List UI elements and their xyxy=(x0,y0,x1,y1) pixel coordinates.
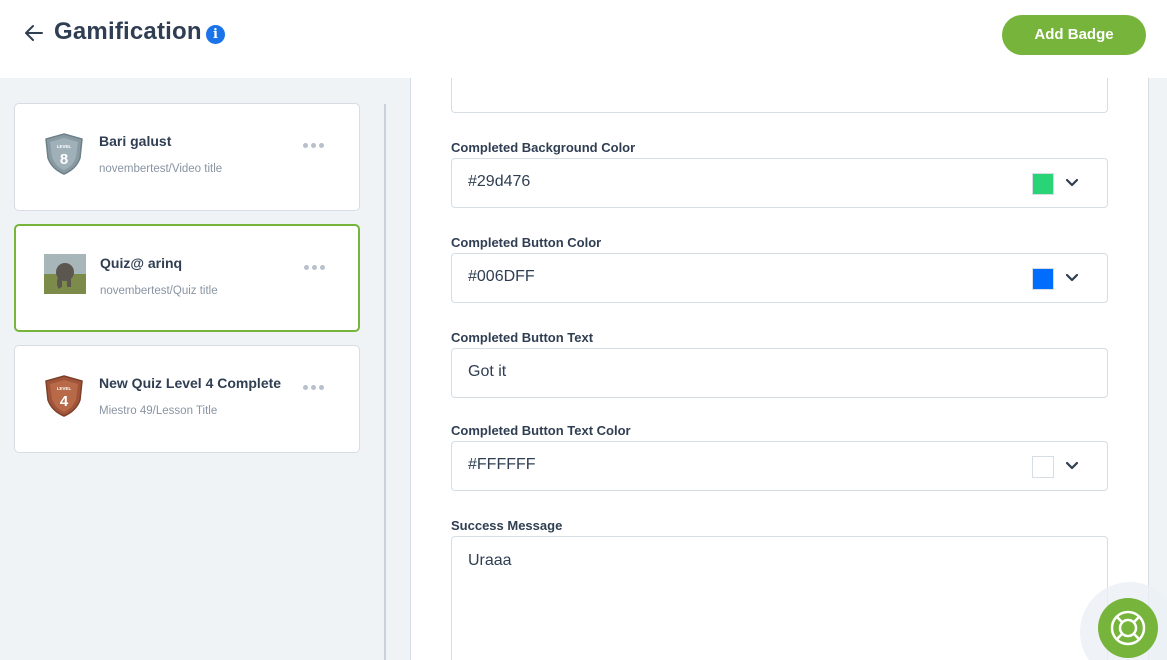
color-swatch xyxy=(1032,268,1054,290)
completed-button-text-input[interactable]: Got it xyxy=(451,348,1108,398)
color-value: #006DFF xyxy=(468,268,535,285)
color-swatch xyxy=(1032,173,1054,195)
more-options-icon[interactable] xyxy=(303,138,329,152)
svg-text:8: 8 xyxy=(60,151,68,168)
textarea-value: Uraaa xyxy=(468,552,512,569)
level-8-shield-icon: LEVEL 8 xyxy=(43,132,85,176)
success-message-label: Success Message xyxy=(451,518,563,533)
top-header: Gamification i Add Badge xyxy=(0,0,1167,78)
chevron-down-icon[interactable] xyxy=(1065,271,1079,285)
previous-field-input[interactable] xyxy=(451,78,1108,113)
add-badge-button[interactable]: Add Badge xyxy=(1002,15,1146,55)
completed-bg-color-label: Completed Background Color xyxy=(451,140,636,155)
badge-title: New Quiz Level 4 Complete xyxy=(99,375,282,391)
elephant-photo-icon xyxy=(44,254,86,298)
success-message-textarea[interactable]: Uraaa xyxy=(451,536,1108,660)
level-4-shield-icon: LEVEL 4 xyxy=(43,374,85,418)
chevron-down-icon[interactable] xyxy=(1065,459,1079,473)
svg-text:LEVEL: LEVEL xyxy=(57,144,72,149)
color-value: #FFFFFF xyxy=(468,456,536,473)
badge-title: Quiz@ arinq xyxy=(100,255,183,271)
badge-title: Bari galust xyxy=(99,133,172,149)
badge-subtitle: novembertest/Video title xyxy=(99,163,223,175)
completed-button-text-label: Completed Button Text xyxy=(451,330,594,345)
info-icon[interactable]: i xyxy=(206,25,225,44)
completed-button-color-label: Completed Button Color xyxy=(451,235,602,250)
more-options-icon[interactable] xyxy=(303,380,329,394)
input-value: Got it xyxy=(468,363,507,380)
completed-button-color-picker[interactable]: #006DFF xyxy=(451,253,1108,303)
help-lifebuoy-icon[interactable] xyxy=(1098,598,1158,658)
svg-text:4: 4 xyxy=(60,393,69,410)
completed-button-text-color-label: Completed Button Text Color xyxy=(451,423,631,438)
badge-card-bari-galust[interactable]: LEVEL 8 Bari galust novembertest/Video t… xyxy=(14,103,360,211)
color-value: #29d476 xyxy=(468,173,531,190)
badge-subtitle: novembertest/Quiz title xyxy=(100,285,218,297)
chevron-down-icon[interactable] xyxy=(1065,176,1079,190)
sidebar-divider xyxy=(384,104,386,660)
badge-subtitle: Miestro 49/Lesson Title xyxy=(99,405,218,417)
svg-text:LEVEL: LEVEL xyxy=(57,386,72,391)
page-title: Gamification xyxy=(54,18,202,45)
completed-bg-color-picker[interactable]: #29d476 xyxy=(451,158,1108,208)
badge-card-quiz-arinq[interactable]: Quiz@ arinq novembertest/Quiz title xyxy=(14,224,360,332)
back-arrow-icon[interactable] xyxy=(22,21,46,45)
color-swatch xyxy=(1032,456,1054,478)
badge-card-new-quiz-level-4[interactable]: LEVEL 4 New Quiz Level 4 Complete Miestr… xyxy=(14,345,360,453)
more-options-icon[interactable] xyxy=(304,260,330,274)
completed-button-text-color-picker[interactable]: #FFFFFF xyxy=(451,441,1108,491)
